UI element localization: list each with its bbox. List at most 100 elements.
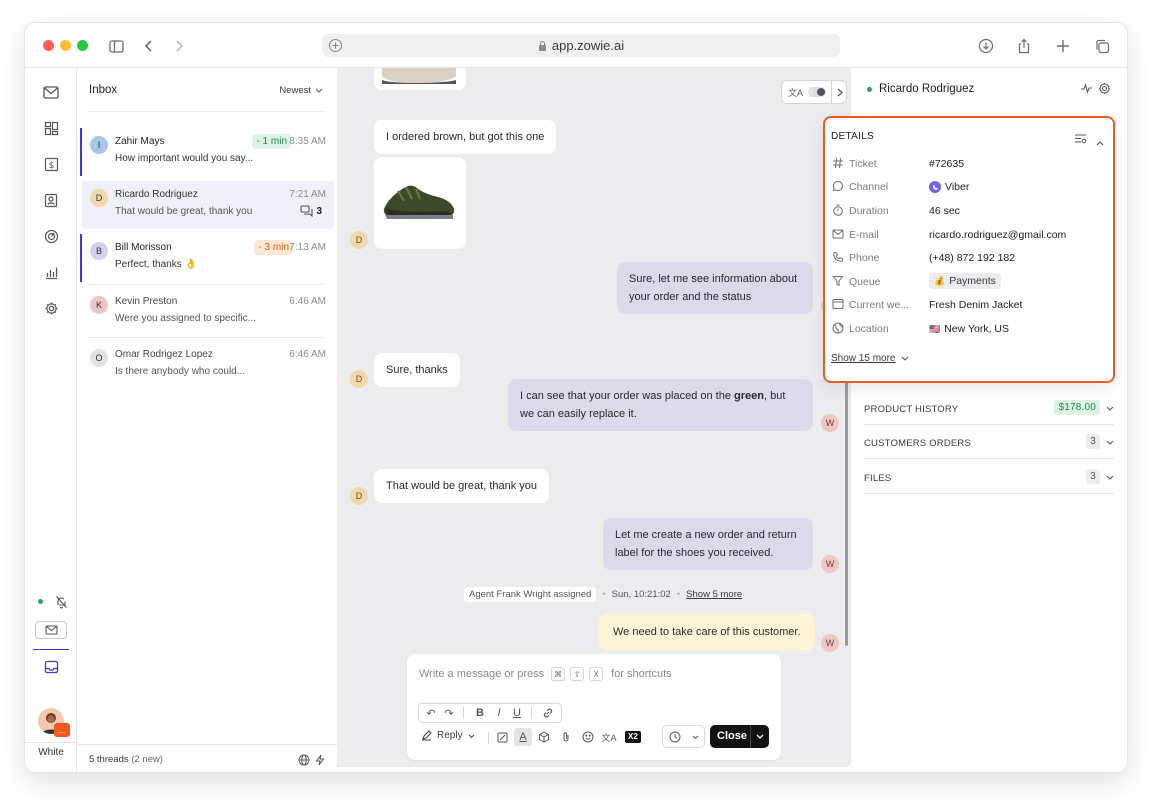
translate-toggle[interactable]: 文A <box>781 80 847 104</box>
underline-icon[interactable]: U <box>508 704 526 722</box>
detail-value[interactable]: (+48) 872 192 182 <box>929 252 1015 264</box>
email-value[interactable]: ricardo.rodriguez@gmail.com <box>929 229 1066 241</box>
snooze-dropdown[interactable] <box>662 725 705 748</box>
chevron-down-icon <box>1106 440 1114 445</box>
sort-dropdown[interactable]: Newest <box>279 85 323 96</box>
thread-row[interactable]: O Omar Rodrigez Lopez 6:46 AM Is there a… <box>82 341 334 389</box>
customers-orders-section[interactable]: CUSTOMERS ORDERS 3 <box>864 425 1114 459</box>
sidebar-toggle-icon[interactable] <box>107 37 125 55</box>
italic-icon[interactable]: I <box>490 704 508 722</box>
tab-overview-icon[interactable] <box>1093 37 1111 55</box>
product-history-section[interactable]: PRODUCT HISTORY $178.00 <box>864 391 1114 425</box>
header-divider <box>88 111 324 112</box>
detail-row-ticket: Ticket #72635 <box>832 155 1108 175</box>
text-color-icon[interactable]: A <box>514 728 532 746</box>
queue-tag[interactable]: 💰 Payments <box>929 273 1001 289</box>
settings-icon[interactable] <box>1098 82 1111 100</box>
toggle-switch[interactable] <box>808 87 827 97</box>
contacts-icon[interactable] <box>41 190 61 210</box>
chat-icon <box>300 205 313 217</box>
activity-icon[interactable] <box>1080 82 1093 100</box>
detail-value[interactable]: ricardo.rodriguez@gmail.com <box>929 229 1066 241</box>
zoom-window-button[interactable] <box>77 40 88 51</box>
chevron-down-icon <box>1106 475 1114 480</box>
emoji-icon[interactable] <box>579 728 597 746</box>
share-icon[interactable] <box>1015 37 1033 55</box>
customize-fields-icon[interactable] <box>1074 131 1087 149</box>
customer-name: Ricardo Rodriguez <box>879 83 975 95</box>
lock-icon <box>538 40 547 51</box>
note-icon[interactable] <box>493 728 511 746</box>
avatar: D <box>90 189 108 207</box>
chevron-down-icon <box>315 88 323 93</box>
section-badge: 3 <box>1086 469 1100 484</box>
sort-label: Newest <box>279 85 311 96</box>
shortcut-hint: for shortcuts <box>611 668 672 680</box>
back-icon[interactable] <box>140 37 158 55</box>
files-section[interactable]: FILES 3 <box>864 460 1114 494</box>
reports-icon[interactable] <box>41 262 61 282</box>
detail-value: 46 sec <box>929 205 960 217</box>
close-conversation-button[interactable]: Close <box>710 725 769 748</box>
detail-value: Fresh Denim Jacket <box>929 299 1022 311</box>
chevron-down-icon[interactable] <box>756 734 764 739</box>
detail-value: 🇺🇸 New York, US <box>929 323 1009 335</box>
detail-row-channel: Channel Viber <box>832 178 1108 198</box>
translate-icon[interactable]: 文A <box>600 728 618 746</box>
message-bubble-customer: Sure, thanks <box>374 353 460 387</box>
detail-key: Phone <box>849 252 880 264</box>
link-icon[interactable] <box>539 704 557 722</box>
minimize-window-button[interactable] <box>60 40 71 51</box>
notifications-off-icon[interactable] <box>51 592 71 612</box>
forward-icon[interactable] <box>170 37 188 55</box>
inbox-icon[interactable] <box>41 657 61 677</box>
phone-value[interactable]: (+48) 872 192 182 <box>929 252 1015 264</box>
attachment-icon[interactable] <box>557 728 575 746</box>
thread-row[interactable]: K Kevin Preston 6:46 AM Were you assigne… <box>82 288 334 336</box>
composer-input[interactable]: Write a message or press ⌘ ⇧ X for short… <box>419 667 672 681</box>
globe-icon[interactable] <box>298 753 310 771</box>
chevron-up-icon[interactable] <box>1096 133 1104 151</box>
message-composer[interactable]: Write a message or press ⌘ ⇧ X for short… <box>407 654 781 760</box>
redo-icon[interactable]: ↷ <box>440 704 458 722</box>
inbox-panel: Inbox Newest I Zahir Mays - 1 min 8:35 A… <box>78 68 337 772</box>
product-image[interactable] <box>374 157 466 249</box>
product-box-icon[interactable] <box>535 728 553 746</box>
message-bubble-customer: I ordered brown, but got this one <box>374 120 557 154</box>
reply-mode-dropdown[interactable]: Reply <box>421 730 475 741</box>
thread-row[interactable]: B Bill Morisson - 3 min 7:13 AM Perfect,… <box>80 234 334 282</box>
new-tab-icon[interactable] <box>1054 37 1072 55</box>
billing-icon[interactable]: $ <box>41 154 61 174</box>
url-text: app.zowie.ai <box>551 38 625 53</box>
thread-row-selected[interactable]: D Ricardo Rodriguez 7:21 AM That would b… <box>82 181 334 229</box>
close-window-button[interactable] <box>43 40 54 51</box>
detail-key: Duration <box>849 205 889 217</box>
duration-value: 46 sec <box>929 205 960 217</box>
unread-marker <box>80 128 82 176</box>
chevron-down-icon <box>902 356 909 361</box>
settings-icon[interactable] <box>41 298 61 318</box>
analytics-gauge-icon[interactable] <box>41 226 61 246</box>
thread-preview: How important would you say... <box>115 153 254 164</box>
site-info-icon[interactable] <box>328 38 343 53</box>
globe-icon <box>832 322 845 335</box>
bold-icon[interactable]: B <box>471 704 489 722</box>
thread-row[interactable]: I Zahir Mays - 1 min 8:35 AM How importa… <box>80 128 334 176</box>
detail-key: Channel <box>849 181 889 193</box>
chevron-right-icon[interactable] <box>831 81 843 103</box>
mail-icon[interactable] <box>41 82 61 102</box>
detail-row-queue: Queue 💰 Payments <box>832 273 1108 293</box>
show-more-fields-link[interactable]: Show 15 more <box>831 353 909 364</box>
customer-avatar: D <box>350 370 368 388</box>
thread-name: Ricardo Rodriguez <box>115 189 198 200</box>
x2-ai-button[interactable]: X2 <box>625 731 641 743</box>
download-icon[interactable] <box>977 37 995 55</box>
show-more-link[interactable]: Show 5 more <box>686 589 742 600</box>
compose-mail-button[interactable] <box>35 621 67 639</box>
avatar: B <box>90 242 108 260</box>
message-bubble-agent: Sure, let me see information about your … <box>617 262 813 314</box>
undo-icon[interactable]: ↶ <box>422 704 440 722</box>
lightning-icon[interactable] <box>315 753 325 771</box>
dashboard-icon[interactable] <box>41 118 61 138</box>
address-bar[interactable]: app.zowie.ai <box>322 34 840 57</box>
